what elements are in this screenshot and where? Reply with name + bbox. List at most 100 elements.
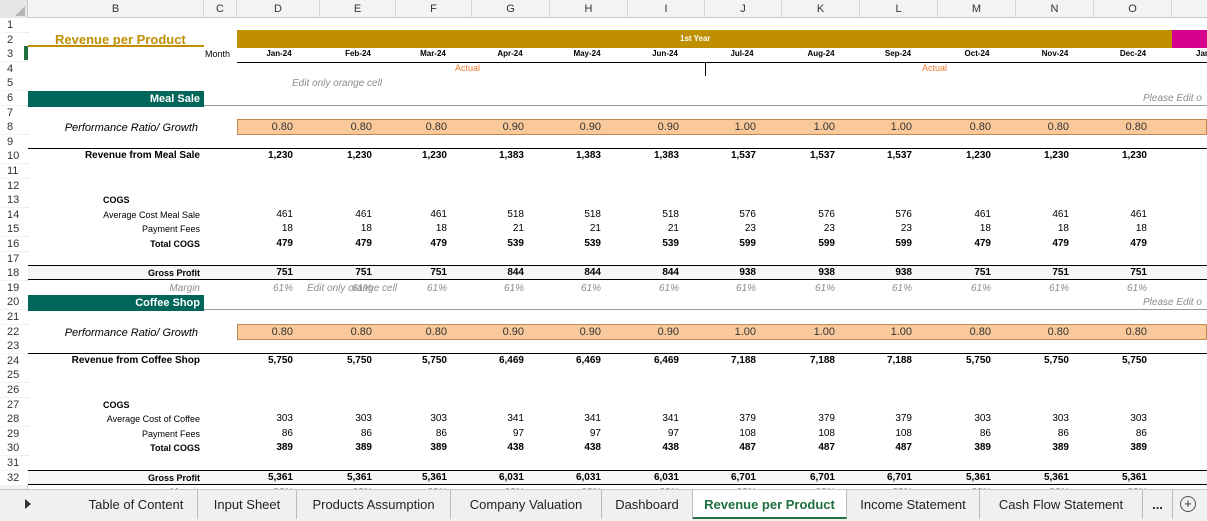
column-header-f[interactable]: F <box>396 0 472 18</box>
column-header-b[interactable]: B <box>28 0 204 18</box>
row-header-1[interactable]: 1 <box>0 18 28 32</box>
tab-more-button[interactable]: ... <box>1143 490 1173 519</box>
meal-rev-topline <box>28 148 1207 150</box>
select-all-corner[interactable] <box>0 0 28 18</box>
coffee-perf-feb-24[interactable]: 0.80 <box>318 326 372 338</box>
meal-perf-sep-24[interactable]: 1.00 <box>858 121 912 133</box>
column-header-k[interactable]: K <box>782 0 860 18</box>
column-header-m[interactable]: M <box>938 0 1016 18</box>
row-header-17[interactable]: 17 <box>0 251 28 266</box>
row-header-13[interactable]: 13 <box>0 193 28 208</box>
row-header-31[interactable]: 31 <box>0 456 28 470</box>
meal-perf-jun-24[interactable]: 0.90 <box>625 121 679 133</box>
meal-perf-oct-24[interactable]: 0.80 <box>937 121 991 133</box>
meal-perf-apr-24[interactable]: 0.90 <box>470 121 524 133</box>
coffee-perf-aug-24[interactable]: 1.00 <box>781 326 835 338</box>
meal-perf-may-24[interactable]: 0.90 <box>547 121 601 133</box>
coffee-perf-mar-24[interactable]: 0.80 <box>393 326 447 338</box>
meal-revenue-label: Revenue from Meal Sale <box>84 150 200 162</box>
row-header-12[interactable]: 12 <box>0 178 28 193</box>
row-header-14[interactable]: 14 <box>0 207 28 222</box>
meal-perf-feb-24[interactable]: 0.80 <box>318 121 372 133</box>
coffee-avg-label: Average Cost of Coffee <box>106 414 200 425</box>
tab-revenue-per-product[interactable]: Revenue per Product <box>693 490 847 519</box>
row-header-29[interactable]: 29 <box>0 426 28 441</box>
row-header-19[interactable]: 19 <box>0 280 28 295</box>
tab-income-statement[interactable]: Income Statement <box>847 490 980 519</box>
column-header-h[interactable]: H <box>550 0 628 18</box>
row-header-27[interactable]: 27 <box>0 397 28 412</box>
meal-margin-mar-24: 61% <box>426 282 447 294</box>
meal-perf-aug-24[interactable]: 1.00 <box>781 121 835 133</box>
column-header-l[interactable]: L <box>860 0 938 18</box>
row-header-7[interactable]: 7 <box>0 105 28 120</box>
meal-avg-apr-24: 518 <box>507 208 524 220</box>
row-header-21[interactable]: 21 <box>0 310 28 324</box>
month-sep-24: Sep-24 <box>884 49 912 59</box>
row-header-4[interactable]: 4 <box>0 61 28 76</box>
meal-revenue-nov-24: 1,230 <box>1043 150 1069 162</box>
column-header-o[interactable]: O <box>1094 0 1172 18</box>
title-underline <box>28 45 204 48</box>
coffee-perf-may-24[interactable]: 0.90 <box>547 326 601 338</box>
meal-perf-mar-24[interactable]: 0.80 <box>393 121 447 133</box>
coffee-edit-note: Edit only orange cell <box>307 282 398 294</box>
column-header-c[interactable]: C <box>204 0 237 18</box>
coffee-perf-nov-24[interactable]: 0.80 <box>1015 326 1069 338</box>
coffee-perf-jul-24[interactable]: 1.00 <box>702 326 756 338</box>
row-header-5[interactable]: 5 <box>0 76 28 91</box>
row-header-18[interactable]: 18 <box>0 266 28 281</box>
coffee-perf-apr-24[interactable]: 0.90 <box>470 326 524 338</box>
coffee-perf-jan-24[interactable]: 0.80 <box>239 326 293 338</box>
coffee-perf-sep-24[interactable]: 1.00 <box>858 326 912 338</box>
column-header-e[interactable]: E <box>320 0 396 18</box>
row-header-15[interactable]: 15 <box>0 222 28 237</box>
row-header-23[interactable]: 23 <box>0 339 28 354</box>
meal-perf-jul-24[interactable]: 1.00 <box>702 121 756 133</box>
tab-company-valuation[interactable]: Company Valuation <box>451 490 602 519</box>
row-header-26[interactable]: 26 <box>0 383 28 397</box>
coffee-gp-label: Gross Profit <box>147 472 200 483</box>
meal-perf-jan-24[interactable]: 0.80 <box>239 121 293 133</box>
coffee-total-jul-24: 487 <box>739 442 756 454</box>
row-header-2[interactable]: 2 <box>0 32 28 47</box>
tab-cash-flow-statement[interactable]: Cash Flow Statement <box>980 490 1143 519</box>
column-header-j[interactable]: J <box>705 0 782 18</box>
meal-perf-dec-24[interactable]: 0.80 <box>1093 121 1147 133</box>
meal-avg-aug-24: 576 <box>818 208 835 220</box>
column-header-d[interactable]: D <box>237 0 320 18</box>
column-header-n[interactable]: N <box>1016 0 1094 18</box>
row-header-28[interactable]: 28 <box>0 412 28 427</box>
row-header-30[interactable]: 30 <box>0 441 28 456</box>
row-header-6[interactable]: 6 <box>0 91 28 105</box>
spreadsheet[interactable]: BCDEFGHIJKLMNO 1 2 3 4 5 6 7 8 9 10 11 12 13 14 15 16 17… <box>0 0 1207 521</box>
add-sheet-icon[interactable]: + <box>1180 496 1196 512</box>
coffee-total-sep-24: 487 <box>895 442 912 454</box>
meal-avg-jan-24: 461 <box>276 208 293 220</box>
coffee-perf-dec-24[interactable]: 0.80 <box>1093 326 1147 338</box>
column-header-i[interactable]: I <box>628 0 705 18</box>
meal-fees-jul-24: 23 <box>744 223 756 235</box>
tab-input-sheet[interactable]: Input Sheet <box>198 490 297 519</box>
tab-products-assumption[interactable]: Products Assumption <box>297 490 451 519</box>
row-header-16[interactable]: 16 <box>0 237 28 251</box>
meal-perf-nov-24[interactable]: 0.80 <box>1015 121 1069 133</box>
tab-table-of-content[interactable]: Table of Content <box>75 490 198 519</box>
row-header-22[interactable]: 22 <box>0 324 28 339</box>
row-header-20[interactable]: 20 <box>0 295 28 310</box>
active-cell-marker[interactable] <box>24 46 28 61</box>
tab-dashboard[interactable]: Dashboard <box>602 490 693 519</box>
row-header-9[interactable]: 9 <box>0 134 28 149</box>
column-header-g[interactable]: G <box>472 0 550 18</box>
coffee-perf-jun-24[interactable]: 0.90 <box>625 326 679 338</box>
meal-gp-aug-24: 938 <box>818 267 835 279</box>
row-header-25[interactable]: 25 <box>0 368 28 383</box>
tab-scroll-right-icon[interactable] <box>25 499 31 509</box>
row-header-10[interactable]: 10 <box>0 149 28 164</box>
row-header-11[interactable]: 11 <box>0 164 28 178</box>
row-header-24[interactable]: 24 <box>0 353 28 368</box>
meal-margin-sep-24: 61% <box>891 282 912 294</box>
row-header-32[interactable]: 32 <box>0 470 28 485</box>
row-header-8[interactable]: 8 <box>0 120 28 135</box>
coffee-perf-oct-24[interactable]: 0.80 <box>937 326 991 338</box>
